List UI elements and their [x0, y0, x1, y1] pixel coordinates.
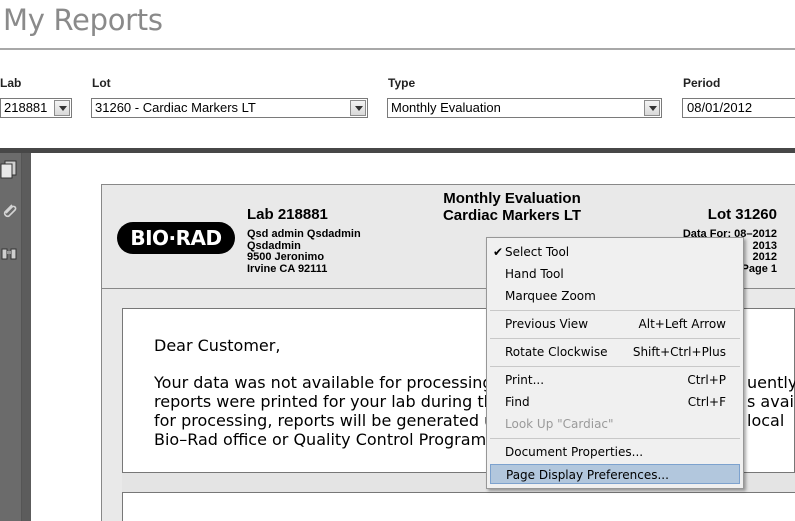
chevron-down-icon[interactable]	[350, 100, 366, 116]
binoculars-icon[interactable]	[0, 243, 18, 263]
chevron-down-icon[interactable]	[54, 100, 70, 116]
letter-line: Bio–Rad office or Quality Control Progra…	[154, 430, 501, 449]
address-line: Irvine CA 92111	[247, 263, 328, 275]
pages-icon[interactable]	[0, 159, 18, 179]
address-line: Qsd admin Qsdadmin	[247, 228, 361, 240]
page-title: My Reports	[3, 3, 163, 37]
menu-item-label: Print...	[505, 373, 545, 387]
lot-select[interactable]: 31260 - Cardiac Markers LT	[91, 98, 368, 118]
menu-item-label: Rotate Clockwise	[505, 345, 608, 359]
menu-item-label: Find	[505, 395, 530, 409]
type-select[interactable]: Monthly Evaluation	[387, 98, 662, 118]
menu-item-shortcut: Ctrl+P	[687, 373, 726, 387]
menu-item-shortcut: Shift+Ctrl+Plus	[632, 345, 726, 359]
report-page-number: Page 1	[741, 263, 777, 275]
lab-select[interactable]: 218881	[0, 98, 72, 118]
letter-line-fragment: uently n	[747, 373, 795, 392]
type-select-value: Monthly Evaluation	[391, 100, 501, 115]
letter-line-fragment: local	[747, 411, 785, 430]
menu-separator	[490, 310, 740, 311]
lab-select-value: 218881	[4, 100, 48, 115]
menu-item-label: Previous View	[505, 317, 589, 331]
menu-item-label: Document Properties...	[505, 445, 644, 459]
attachment-icon[interactable]	[0, 201, 18, 221]
menu-item-label: Marquee Zoom	[505, 289, 596, 303]
menu-item-document-properties[interactable]: Document Properties...	[490, 442, 740, 462]
menu-item-shortcut: Ctrl+F	[687, 395, 726, 409]
menu-item-previous-view[interactable]: Previous View Alt+Left Arrow	[490, 314, 740, 334]
letter-line: for processing, reports will be generate…	[154, 411, 505, 430]
menu-item-label: Hand Tool	[505, 267, 564, 281]
letter-line: Your data was not available for processi…	[154, 373, 493, 392]
report-subtitle: Cardiac Markers LT	[442, 207, 582, 224]
menu-separator	[490, 338, 740, 339]
menu-item-label: Select Tool	[505, 245, 570, 259]
context-menu: ✔ Select Tool Hand Tool Marquee Zoom Pre…	[486, 237, 744, 489]
lab-label: Lab	[0, 76, 22, 90]
period-label: Period	[683, 76, 721, 90]
title-divider	[0, 48, 795, 50]
type-label: Type	[388, 76, 416, 90]
report-lab-name: Lab 218881	[247, 206, 328, 223]
chevron-down-icon[interactable]	[644, 100, 660, 116]
viewer-side-toolbar	[0, 153, 22, 521]
menu-item-find[interactable]: Find Ctrl+F	[490, 392, 740, 412]
checkmark-icon: ✔	[493, 245, 504, 259]
menu-item-rotate-clockwise[interactable]: Rotate Clockwise Shift+Ctrl+Plus	[490, 342, 740, 362]
menu-item-marquee-zoom[interactable]: Marquee Zoom	[490, 286, 740, 306]
menu-separator	[490, 366, 740, 367]
letter-greeting: Dear Customer,	[154, 336, 281, 355]
menu-item-label: Page Display Preferences...	[506, 468, 669, 482]
report-title: Monthly Evaluation	[443, 190, 581, 207]
lower-section	[122, 493, 795, 521]
lot-select-value: 31260 - Cardiac Markers LT	[95, 100, 256, 115]
menu-item-shortcut: Alt+Left Arrow	[638, 317, 726, 331]
letter-line: reports were printed for your lab during…	[154, 392, 507, 411]
report-lot: Lot 31260	[707, 206, 777, 223]
menu-item-label: Look Up "Cardiac"	[505, 417, 614, 431]
menu-separator	[490, 438, 740, 439]
menu-item-hand-tool[interactable]: Hand Tool	[490, 264, 740, 284]
menu-item-page-display-preferences[interactable]: Page Display Preferences...	[490, 464, 740, 484]
lot-label: Lot	[92, 76, 111, 90]
menu-item-look-up[interactable]: Look Up "Cardiac"	[490, 414, 740, 434]
menu-item-select-tool[interactable]: ✔ Select Tool	[490, 242, 740, 262]
period-input[interactable]: 08/01/2012	[682, 98, 795, 118]
report-date-line: 2012	[752, 251, 777, 263]
letter-line-fragment: s availa	[747, 392, 795, 411]
address-line: 9500 Jeronimo	[247, 251, 325, 263]
bio-rad-logo: BIO·RAD	[117, 222, 235, 254]
menu-item-print[interactable]: Print... Ctrl+P	[490, 370, 740, 390]
